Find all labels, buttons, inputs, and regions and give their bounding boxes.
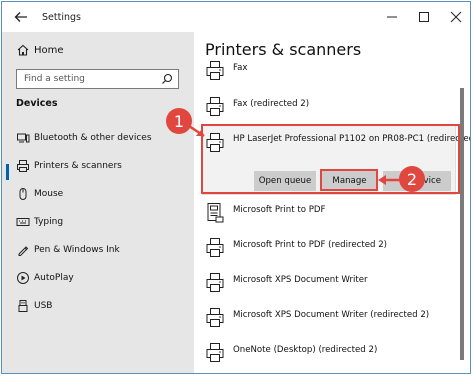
step-2-badge: 2 [399,166,425,192]
sidebar-item-label: Bluetooth & other devices [34,133,152,143]
printer-icon [206,273,224,292]
sidebar-item-pen[interactable]: Pen & Windows Ink [2,238,194,262]
printer-icon [206,308,224,327]
maximize-button[interactable] [408,2,440,32]
printer-name: OneNote (Desktop) (redirected 2) [233,345,378,355]
title-bar: Settings [2,2,470,32]
printer-name: Microsoft XPS Document Writer (redirecte… [233,310,430,320]
minimize-button[interactable] [376,2,408,32]
mouse-icon [16,187,30,201]
step-1-badge: 1 [166,108,192,134]
search-input[interactable]: Find a setting [16,69,179,89]
sidebar-item-label: USB [34,301,53,311]
settings-window: Settings Home Find a setting Devices Blu… [1,1,471,374]
printer-name: Microsoft Print to PDF (redirected 2) [233,240,388,250]
sidebar: Home Find a setting Devices Bluetooth & … [2,32,194,373]
search-icon [162,73,173,84]
close-button[interactable] [440,2,470,32]
page-title: Printers & scanners [205,40,362,59]
sidebar-item-printers[interactable]: Printers & scanners [2,154,194,178]
close-icon [450,11,462,23]
printer-name: Fax (redirected 2) [233,99,310,109]
sidebar-item-usb[interactable]: USB [2,294,194,318]
maximize-icon [419,12,429,22]
section-heading-devices: Devices [16,98,58,109]
sidebar-item-label: Pen & Windows Ink [34,245,120,255]
printer-name: Microsoft Print to PDF [233,205,326,215]
main-content: Printers & scanners Fax Fax (redirected … [194,32,470,373]
back-button[interactable] [12,8,30,26]
scrollbar[interactable] [460,88,464,360]
printer-name: Fax [233,63,248,73]
sidebar-item-bluetooth[interactable]: Bluetooth & other devices [2,126,194,150]
sidebar-item-label: Mouse [34,189,64,199]
search-placeholder: Find a setting [24,74,85,84]
minimize-icon [387,16,397,18]
sidebar-item-label: Typing [34,217,64,227]
highlight-manage-box [320,169,378,191]
pdf-printer-icon [207,203,224,223]
printer-icon [206,343,224,362]
sidebar-item-home[interactable]: Home [2,38,194,62]
sidebar-item-autoplay[interactable]: AutoPlay [2,266,194,290]
printer-icon [16,159,30,173]
bluetooth-icon [16,131,30,145]
pen-icon [16,243,30,257]
home-icon [16,43,30,57]
sidebar-item-typing[interactable]: Typing [2,210,194,234]
active-item-indicator [6,164,9,180]
printer-name: Microsoft XPS Document Writer [233,275,368,285]
sidebar-home-label: Home [34,44,64,56]
window-title: Settings [42,12,81,23]
sidebar-item-mouse[interactable]: Mouse [2,182,194,206]
autoplay-icon [16,271,30,285]
sidebar-item-label: AutoPlay [34,273,74,283]
keyboard-icon [16,215,30,229]
arrow-left-icon [14,12,27,22]
sidebar-item-label: Printers & scanners [34,161,122,171]
printer-icon [206,238,224,257]
printer-icon [206,61,224,80]
usb-icon [16,299,30,313]
